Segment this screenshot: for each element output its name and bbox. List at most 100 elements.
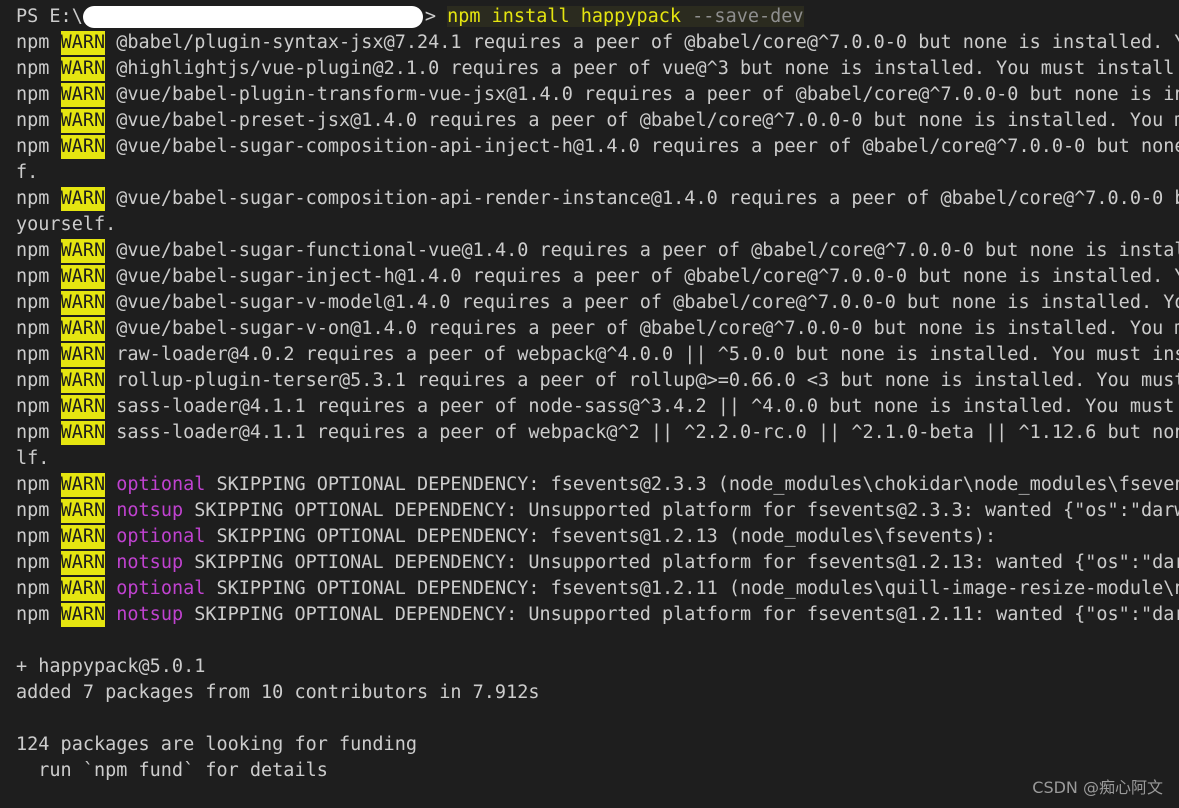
- npm-label: npm: [16, 292, 50, 313]
- warn-line: npm WARN @vue/babel-plugin-transform-vue…: [16, 82, 1179, 108]
- npm-label: npm: [16, 500, 50, 521]
- npm-label: npm: [16, 188, 50, 209]
- optional-warn-line: npm WARN optional SKIPPING OPTIONAL DEPE…: [16, 576, 1179, 602]
- warn-message: @vue/babel-sugar-composition-api-inject-…: [116, 136, 1179, 157]
- warn-badge: WARN: [60, 291, 106, 315]
- wrap-continuation: lf.: [16, 448, 50, 469]
- warn-message: rollup-plugin-terser@5.3.1 requires a pe…: [116, 370, 1179, 391]
- prompt-prefix: PS E:\: [16, 6, 83, 27]
- warn-line: npm WARN @vue/babel-sugar-v-on@1.4.0 req…: [16, 316, 1179, 342]
- wrap-continuation: f.: [16, 162, 39, 183]
- warn-message: @vue/babel-sugar-v-on@1.4.0 requires a p…: [116, 318, 1179, 339]
- optional-warnings: npm WARN optional SKIPPING OPTIONAL DEPE…: [16, 472, 1179, 628]
- funding-notice: 124 packages are looking for funding: [16, 734, 417, 755]
- warn-line: npm WARN raw-loader@4.0.2 requires a pee…: [16, 342, 1179, 368]
- warn-badge: WARN: [60, 395, 106, 419]
- warn-badge: WARN: [60, 499, 106, 523]
- wrap-continuation: yourself.: [16, 214, 117, 235]
- optional-warn-line: npm WARN optional SKIPPING OPTIONAL DEPE…: [16, 524, 1179, 550]
- warn-message: @vue/babel-plugin-transform-vue-jsx@1.4.…: [116, 84, 1179, 105]
- fund-hint: run `npm fund` for details: [16, 760, 328, 781]
- warn-tag: notsup: [116, 552, 184, 573]
- warn-message: SKIPPING OPTIONAL DEPENDENCY: Unsupporte…: [194, 604, 1179, 625]
- warn-badge: WARN: [60, 369, 106, 393]
- warn-line: npm WARN @vue/babel-sugar-composition-ap…: [16, 134, 1179, 160]
- warn-tag: optional: [116, 578, 206, 599]
- warn-message: @vue/babel-sugar-inject-h@1.4.0 requires…: [116, 266, 1179, 287]
- npm-label: npm: [16, 32, 50, 53]
- optional-warn-line: npm WARN notsup SKIPPING OPTIONAL DEPEND…: [16, 602, 1179, 628]
- warn-badge: WARN: [60, 317, 106, 341]
- warn-message: sass-loader@4.1.1 requires a peer of web…: [116, 422, 1179, 443]
- warn-message: SKIPPING OPTIONAL DEPENDENCY: Unsupporte…: [194, 552, 1179, 573]
- npm-label: npm: [16, 266, 50, 287]
- warn-badge: WARN: [60, 265, 106, 289]
- npm-label: npm: [16, 110, 50, 131]
- warn-tag: optional: [116, 526, 206, 547]
- warn-message: SKIPPING OPTIONAL DEPENDENCY: fsevents@1…: [216, 526, 997, 547]
- warn-line: npm WARN @vue/babel-sugar-inject-h@1.4.0…: [16, 264, 1179, 290]
- warn-badge: WARN: [60, 109, 106, 133]
- warn-line: npm WARN @vue/babel-preset-jsx@1.4.0 req…: [16, 108, 1179, 134]
- command-flag: --save-dev: [692, 6, 804, 27]
- npm-label: npm: [16, 318, 50, 339]
- warn-message: @highlightjs/vue-plugin@2.1.0 requires a…: [116, 58, 1179, 79]
- warn-line: npm WARN sass-loader@4.1.1 requires a pe…: [16, 394, 1179, 420]
- warn-badge: WARN: [60, 577, 106, 601]
- warn-message: SKIPPING OPTIONAL DEPENDENCY: fsevents@2…: [216, 474, 1179, 495]
- npm-label: npm: [16, 370, 50, 391]
- prompt-separator: >: [424, 6, 448, 27]
- command-text: npm install happypack: [447, 6, 682, 27]
- warn-badge: WARN: [60, 83, 106, 107]
- warn-tag: optional: [116, 474, 206, 495]
- warn-line: npm WARN rollup-plugin-terser@5.3.1 requ…: [16, 368, 1179, 394]
- warn-tag: notsup: [116, 500, 184, 521]
- installed-package: + happypack@5.0.1: [16, 656, 206, 677]
- npm-label: npm: [16, 58, 50, 79]
- warn-badge: WARN: [60, 239, 106, 263]
- peer-warnings-1: npm WARN @babel/plugin-syntax-jsx@7.24.1…: [16, 30, 1179, 160]
- warn-message: @vue/babel-sugar-v-model@1.4.0 requires …: [116, 292, 1179, 313]
- npm-label: npm: [16, 240, 50, 261]
- npm-label: npm: [16, 136, 50, 157]
- npm-label: npm: [16, 526, 50, 547]
- npm-label: npm: [16, 578, 50, 599]
- warn-line: npm WARN @vue/babel-sugar-functional-vue…: [16, 238, 1179, 264]
- terminal-output: PS E:\ > npm install happypack --save-dev…: [16, 4, 1179, 784]
- optional-warn-line: npm WARN notsup SKIPPING OPTIONAL DEPEND…: [16, 498, 1179, 524]
- optional-warn-line: npm WARN notsup SKIPPING OPTIONAL DEPEND…: [16, 550, 1179, 576]
- npm-label: npm: [16, 604, 50, 625]
- warn-line: npm WARN @highlightjs/vue-plugin@2.1.0 r…: [16, 56, 1179, 82]
- warn-line: npm WARN @vue/babel-sugar-composition-ap…: [16, 186, 1179, 212]
- warn-badge: WARN: [60, 135, 106, 159]
- warn-message: @vue/babel-sugar-composition-api-render-…: [116, 188, 1179, 209]
- npm-label: npm: [16, 474, 50, 495]
- warn-message: SKIPPING OPTIONAL DEPENDENCY: Unsupporte…: [194, 500, 1179, 521]
- warn-message: SKIPPING OPTIONAL DEPENDENCY: fsevents@1…: [216, 578, 1179, 599]
- warn-message: sass-loader@4.1.1 requires a peer of nod…: [116, 396, 1179, 417]
- optional-warn-line: npm WARN optional SKIPPING OPTIONAL DEPE…: [16, 472, 1179, 498]
- warn-message: @vue/babel-preset-jsx@1.4.0 requires a p…: [116, 110, 1179, 131]
- warn-badge: WARN: [60, 473, 106, 497]
- warn-line: npm WARN @babel/plugin-syntax-jsx@7.24.1…: [16, 30, 1179, 56]
- redacted-path: [82, 6, 423, 28]
- terminal-window[interactable]: PS E:\ > npm install happypack --save-dev…: [0, 0, 1179, 808]
- warn-badge: WARN: [60, 57, 106, 81]
- npm-label: npm: [16, 344, 50, 365]
- warn-message: @vue/babel-sugar-functional-vue@1.4.0 re…: [116, 240, 1179, 261]
- npm-label: npm: [16, 552, 50, 573]
- peer-warnings-2: npm WARN @vue/babel-sugar-functional-vue…: [16, 238, 1179, 446]
- prompt-line: PS E:\ > npm install happypack --save-dev: [16, 4, 1179, 30]
- warn-badge: WARN: [60, 525, 106, 549]
- npm-label: npm: [16, 396, 50, 417]
- warn-badge: WARN: [60, 187, 106, 211]
- warn-line: npm WARN @vue/babel-sugar-v-model@1.4.0 …: [16, 290, 1179, 316]
- npm-label: npm: [16, 422, 50, 443]
- warn-badge: WARN: [60, 551, 106, 575]
- warn-message: @babel/plugin-syntax-jsx@7.24.1 requires…: [116, 32, 1179, 53]
- warn-badge: WARN: [60, 421, 106, 445]
- warn-line: npm WARN sass-loader@4.1.1 requires a pe…: [16, 420, 1179, 446]
- warn-badge: WARN: [60, 603, 106, 627]
